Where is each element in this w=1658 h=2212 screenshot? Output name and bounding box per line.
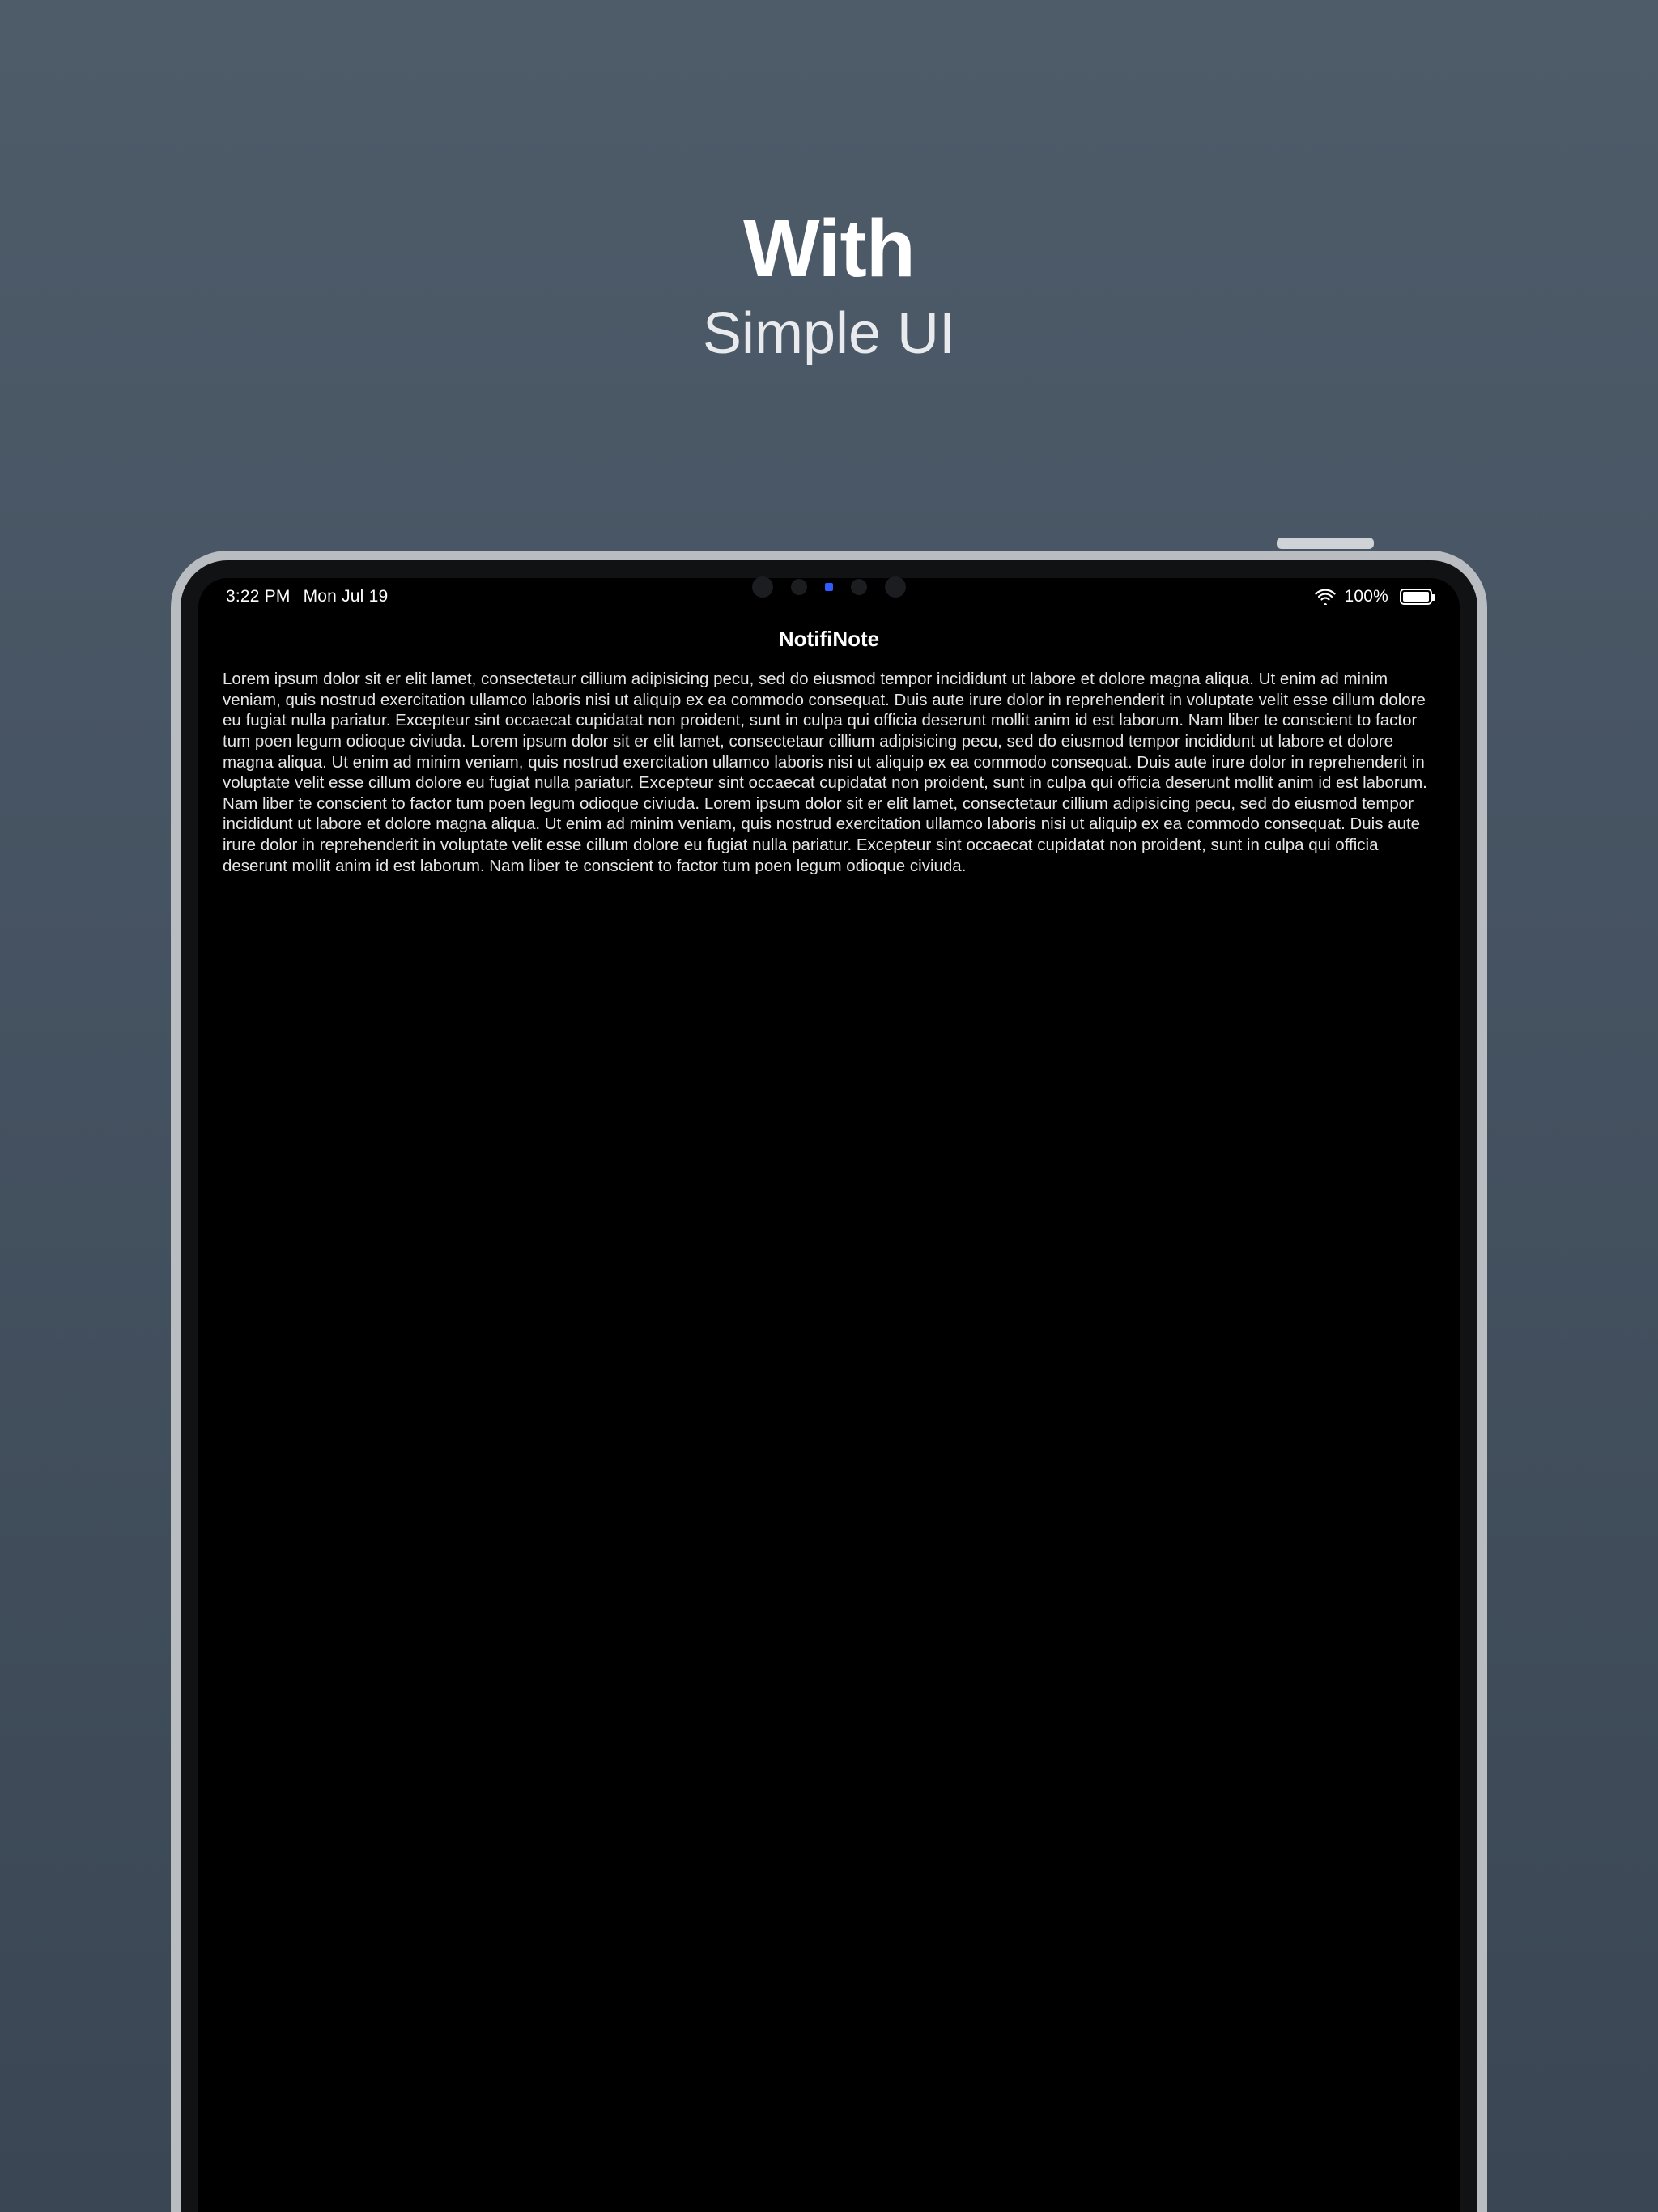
status-time: 3:22 PM	[226, 587, 291, 606]
device-camera-cluster	[752, 576, 906, 598]
device-frame: 3:22 PM Mon Jul 19 100%	[171, 551, 1487, 2212]
camera-light-sensor-icon	[791, 579, 807, 595]
device-side-button	[1277, 538, 1374, 549]
device-inner-bezel: 3:22 PM Mon Jul 19 100%	[181, 560, 1477, 2212]
note-content[interactable]: Lorem ipsum dolor sit er elit lamet, con…	[198, 662, 1460, 2212]
status-bar-left: 3:22 PM Mon Jul 19	[226, 587, 388, 606]
promo-page: With Simple UI 3:22 PM Mon Jul 19	[0, 0, 1658, 2212]
camera-dot-icon	[851, 579, 867, 595]
battery-icon	[1397, 589, 1432, 605]
camera-indicator-icon	[825, 583, 833, 591]
app-title: NotifiNote	[779, 627, 879, 652]
camera-face-id-icon	[885, 576, 906, 598]
hero-title: With	[0, 202, 1658, 296]
device-screen: 3:22 PM Mon Jul 19 100%	[198, 578, 1460, 2212]
status-date: Mon Jul 19	[304, 587, 389, 606]
camera-sensor-icon	[752, 576, 773, 598]
app-titlebar: NotifiNote	[198, 615, 1460, 662]
wifi-icon	[1315, 589, 1336, 605]
status-bar-right: 100%	[1315, 587, 1432, 606]
hero-subtitle: Simple UI	[0, 300, 1658, 367]
hero-text: With Simple UI	[0, 202, 1658, 367]
status-battery-percent: 100%	[1344, 587, 1388, 606]
note-body-text: Lorem ipsum dolor sit er elit lamet, con…	[223, 670, 1427, 875]
